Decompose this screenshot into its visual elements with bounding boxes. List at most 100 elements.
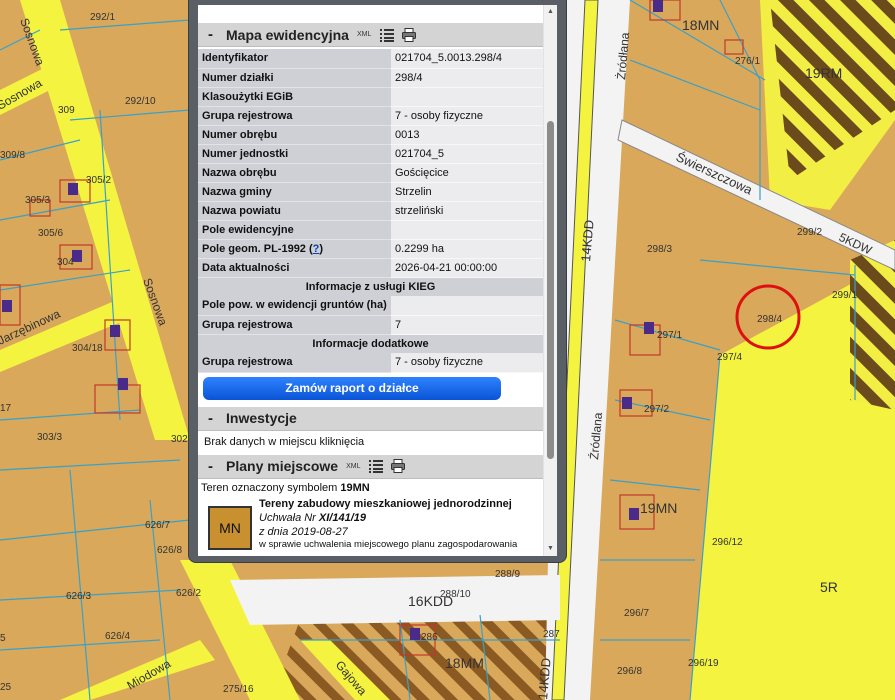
label-parcel-298-3: 298/3 [647,244,672,255]
table-row: Numer jednostki 021704_5 [198,144,543,164]
attr-value: 0013 [391,125,543,145]
attr-key: Nazwa powiatu [198,201,391,221]
plan-title: Tereny zabudowy mieszkaniowej jednorodzi… [259,497,512,510]
section-header-mapa-ewidencyjna[interactable]: - Mapa ewidencyjna XML [198,23,543,47]
popup-scrollbar[interactable]: ▲ ▼ [543,5,557,556]
print-icon[interactable] [391,459,406,473]
label-parcel-275-16: 275/16 [223,684,254,695]
label-parcel-299-2: 299/2 [797,227,822,238]
print-icon[interactable] [402,27,417,42]
resolution-number[interactable]: XI/141/19 [319,512,366,524]
label-parcel-298-4: 298/4 [757,314,782,325]
attr-value: Gościęcice [391,163,543,183]
plan-resolution: Uchwała Nr XI/141/19 [259,512,517,524]
attr-key: Identyfikator [198,49,391,69]
kieg-header: Informacje z usługi KIEG [198,277,543,296]
label-parcel-626-3: 626/3 [66,591,91,602]
table-row: Identyfikator 021704_5.0013.298/4 [198,49,543,69]
label-parcel-286: 286 [421,632,438,643]
label-parcel-305-2: 305/2 [86,175,111,186]
attr-key: Nazwa gminy [198,182,391,202]
label-parcel-276-1: 276/1 [735,56,760,67]
attr-value [391,87,543,107]
table-row: Grupa rejestrowa 7 - osoby fizyczne [198,353,543,373]
plan-subject: w sprawie uchwalenia miejscowego planu z… [259,538,518,550]
zone-symbol-box: MN [208,505,252,550]
popup-body: - Mapa ewidencyjna XML Identyfikator 021… [198,5,557,556]
label-parcel-299-1: 299/1 [832,290,857,301]
list-icon[interactable] [380,28,395,42]
plan-date: z dnia 2019-08-27 [259,526,517,538]
table-subheader: Informacje dodatkowe [198,334,543,353]
table-row: Numer obrębu 0013 [198,125,543,145]
table-row: Numer działki 298/4 [198,68,543,88]
attributes-table: Identyfikator 021704_5.0013.298/4 Numer d… [198,49,543,373]
table-row: Nazwa obrębu Gościęcice [198,163,543,183]
label-zone-19rm: 19RM [805,65,842,81]
label-parcel-626-7: 626/7 [145,520,170,531]
attr-key-with-help: Pole geom. PL-1992 (?) [198,239,391,259]
label-parcel-296-19: 296/19 [688,658,719,669]
attr-key: Data aktualności [198,258,391,278]
table-row: Klasoużytki EGiB [198,87,543,107]
label-parcel-296-7: 296/7 [624,608,649,619]
scroll-thumb[interactable] [547,121,554,459]
label-zone-18mn: 18MN [682,17,719,33]
parcel-info-popup: - Mapa ewidencyjna XML Identyfikator 021… [188,0,567,563]
attr-key: Numer jednostki [198,144,391,164]
label-parcel-25: 25 [0,682,12,693]
label-parcel-304: 304 [57,257,74,268]
xml-export-link[interactable]: XML [357,31,371,38]
plan-intro-text: Teren oznaczony symbolem [201,481,338,494]
table-row: Data aktualności 2026-04-21 00:00:00 [198,258,543,278]
section-title-inwestycje: Inwestycje [226,410,297,426]
table-row: Nazwa powiatu strzeliński [198,201,543,221]
section-header-plany-miejscowe[interactable]: - Plany miejscowe XML [198,454,543,479]
attr-value: 2026-04-21 00:00:00 [391,258,543,278]
scroll-down-arrow-icon[interactable]: ▼ [547,545,554,553]
label-parcel-304-18: 304/18 [72,343,103,354]
attr-value: Strzelin [391,182,543,202]
attr-key: Numer działki [198,68,391,88]
label-parcel-297-2: 297/2 [644,404,669,415]
attr-key-label: Pole geom. PL-1992 [202,242,306,255]
road-16kdd [230,575,560,625]
extra-info-header: Informacje dodatkowe [198,334,543,353]
attr-key: Nazwa obrębu [198,163,391,183]
label-parcel-305-6: 305/6 [38,228,63,239]
table-row: Pole pow. w ewidencji gruntów (ha) [198,296,543,316]
label-parcel-626-8: 626/8 [157,545,182,556]
list-icon[interactable] [369,459,384,473]
help-link[interactable]: ? [313,243,320,255]
attr-key: Klasoużytki EGiB [198,87,391,107]
attr-key: Grupa rejestrowa [198,315,391,335]
collapse-toggle[interactable]: - [208,458,226,475]
attr-value [391,296,543,316]
label-parcel-292-1: 292/1 [90,12,115,23]
attr-value: 298/4 [391,68,543,88]
xml-export-link[interactable]: XML [346,463,360,470]
attr-key: Numer obrębu [198,125,391,145]
order-report-button[interactable]: Zamów raport o działce [203,376,501,400]
section-title-plany-miejscowe: Plany miejscowe [226,458,339,474]
plan-entry: MN Tereny zabudowy mieszkaniowej jednoro… [198,494,543,550]
label-parcel-288-9: 288/9 [495,569,520,580]
plan-description: Tereny zabudowy mieszkaniowej jednorodzi… [259,498,517,550]
label-parcel-309: 309 [58,105,75,116]
date-value: 2019-08-27 [291,525,348,538]
section-header-inwestycje[interactable]: - Inwestycje [198,406,543,431]
collapse-toggle[interactable]: - [208,26,226,43]
label-zone-18mm: 18MM [445,655,484,671]
scroll-up-arrow-icon[interactable]: ▲ [547,8,554,16]
label-parcel-17: 17 [0,403,12,414]
attr-value: strzeliński [391,201,543,221]
popup-content: - Mapa ewidencyjna XML Identyfikator 021… [198,5,543,556]
attr-value: 021704_5.0013.298/4 [391,49,543,69]
attr-key: Pole pow. w ewidencji gruntów (ha) [198,296,391,316]
label-parcel-296-12: 296/12 [712,537,743,548]
date-prefix: z dnia [259,525,292,538]
table-row: Grupa rejestrowa 7 - osoby fizyczne [198,106,543,126]
label-parcel-305-3: 305/3 [25,195,50,206]
collapse-toggle[interactable]: - [208,410,226,427]
attr-value [391,220,543,240]
